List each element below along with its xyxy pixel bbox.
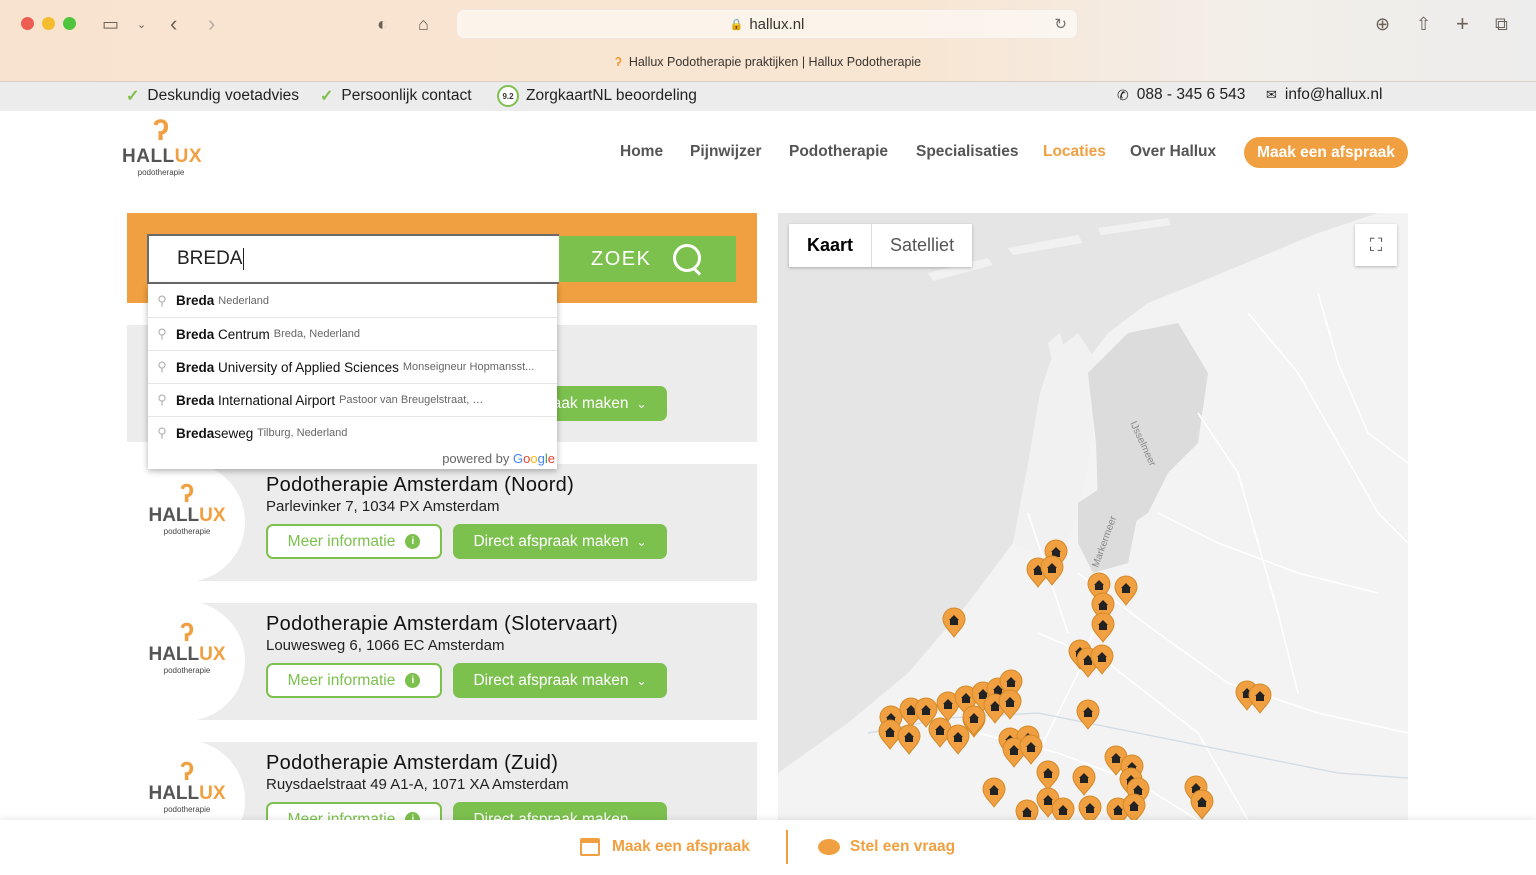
phone-icon: ✆ — [1117, 86, 1129, 103]
close-window-button[interactable] — [21, 17, 34, 30]
phone-link[interactable]: ✆ 088 - 345 6 543 — [1117, 86, 1245, 104]
more-info-button[interactable]: Meer informatie i — [266, 802, 442, 820]
powered-by-google: powered by Google — [442, 451, 555, 466]
nav-over-hallux[interactable]: Over Hallux — [1130, 143, 1216, 161]
map-canvas: IJsselmeer Markermeer — [778, 213, 1408, 820]
site-header: ʔ HALLUX podotherapie Home Pijnwijzer Po… — [0, 111, 1536, 201]
address-bar[interactable]: 🔒 hallux.nl ↻ — [456, 9, 1078, 39]
map-type-kaart[interactable]: Kaart — [789, 224, 873, 267]
logo-mark-icon: ʔ — [179, 478, 195, 508]
forward-icon[interactable]: › — [208, 10, 215, 38]
book-appointment-button[interactable]: Direct afspraak maken⌄ — [453, 663, 667, 698]
autocomplete-dropdown: ⚲ Breda Nederland ⚲ Breda Centrum Breda,… — [148, 284, 557, 469]
map-type-toggle: Kaart Satelliet — [789, 224, 973, 267]
info-icon: i — [405, 673, 421, 688]
email-link[interactable]: ✉ info@hallux.nl — [1266, 86, 1383, 104]
logo-mark-icon: ʔ — [179, 756, 195, 786]
nav-home[interactable]: Home — [620, 143, 663, 161]
nav-specialisaties[interactable]: Specialisaties — [916, 143, 1019, 161]
location-title: Podotherapie Amsterdam (Zuid) — [266, 752, 559, 774]
calendar-icon — [580, 838, 600, 856]
location-title: Podotherapie Amsterdam (Slotervaart) — [266, 613, 619, 635]
reload-icon[interactable]: ↻ — [1054, 15, 1067, 33]
favicon-icon: ʔ — [614, 55, 622, 69]
location-address: Ruysdaelstraat 49 A1-A, 1071 XA Amsterda… — [266, 776, 569, 793]
text-caret — [243, 248, 245, 270]
check-icon: ✓ — [320, 88, 334, 105]
lock-icon: 🔒 — [729, 18, 744, 31]
location-logo: ʔ HALLUX podotherapie — [127, 742, 245, 820]
share-icon[interactable]: ⇧ — [1416, 10, 1431, 38]
more-info-button[interactable]: Meer informatie i — [266, 663, 442, 698]
location-address: Louwesweg 6, 1066 EC Amsterdam — [266, 637, 505, 654]
sidebar-icon[interactable]: ▭ — [102, 10, 119, 38]
more-info-button[interactable]: Meer informatie i — [266, 524, 442, 559]
url-text: hallux.nl — [749, 15, 805, 33]
map-pin-icon: ⚲ — [157, 326, 167, 341]
chat-bubble-icon — [818, 839, 840, 855]
location-card: ʔ HALLUX podotherapie Podotherapie Amste… — [127, 742, 757, 820]
location-address: Parlevinker 7, 1034 PX Amsterdam — [266, 498, 500, 515]
map-pin-icon: ⚲ — [157, 392, 167, 407]
check-icon: ✓ — [126, 88, 140, 105]
logo-mark-icon: ʔ — [152, 114, 170, 147]
nav-pijnwijzer[interactable]: Pijnwijzer — [690, 143, 762, 161]
mail-icon: ✉ — [1266, 87, 1277, 102]
download-icon[interactable]: ⊕ — [1375, 10, 1390, 38]
back-icon[interactable]: ‹ — [170, 10, 177, 38]
map-type-satelliet[interactable]: Satelliet — [872, 224, 972, 267]
minimize-window-button[interactable] — [42, 17, 55, 30]
new-tab-icon[interactable]: + — [1456, 10, 1469, 38]
bottom-appointment-button[interactable]: Maak een afspraak — [580, 838, 750, 856]
autocomplete-item[interactable]: ⚲ Breda Centrum Breda, Nederland — [148, 317, 557, 350]
make-appointment-button[interactable]: Maak een afspraak — [1244, 137, 1408, 168]
chevron-down-icon[interactable]: ⌄ — [137, 10, 146, 38]
rating-badge-icon: 9.2 — [497, 85, 519, 107]
map-pin-icon: ⚲ — [157, 359, 167, 374]
usp-item: ✓ Deskundig voetadvies — [126, 87, 300, 105]
location-logo: ʔ HALLUX podotherapie — [127, 464, 245, 581]
location-title: Podotherapie Amsterdam (Noord) — [266, 474, 575, 496]
nav-podotherapie[interactable]: Podotherapie — [789, 143, 888, 161]
divider — [786, 830, 788, 864]
map-pin-icon: ⚲ — [157, 292, 167, 308]
chevron-down-icon: ⌄ — [636, 812, 647, 821]
chevron-down-icon: ⌄ — [636, 534, 647, 549]
info-icon: i — [405, 534, 421, 549]
book-appointment-button[interactable]: Direct afspraak maken⌄ — [453, 524, 667, 559]
browser-chrome: ▭ ⌄ ‹ › ◐ ⌂ 🔒 hallux.nl ↻ ⊕ ⇧ + ⧉ ʔ Hallu… — [0, 0, 1536, 82]
home-icon[interactable]: ⌂ — [418, 10, 429, 38]
location-logo: ʔ HALLUX podotherapie — [127, 603, 245, 720]
location-card: ʔ HALLUX podotherapie Podotherapie Amste… — [127, 464, 757, 581]
chevron-down-icon: ⌄ — [636, 396, 647, 411]
logo-mark-icon: ʔ — [179, 617, 195, 647]
nav-locaties[interactable]: Locaties — [1043, 143, 1106, 161]
chevron-down-icon: ⌄ — [636, 673, 647, 688]
location-search-input[interactable]: BREDA — [147, 234, 559, 284]
zorgkaart-rating[interactable]: 9.2 ZorgkaartNL beoordeling — [497, 85, 697, 107]
search-icon — [673, 244, 703, 274]
autocomplete-item[interactable]: ⚲ Breda Nederland — [148, 284, 557, 317]
locations-map[interactable]: IJsselmeer Markermeer Kaart Satelliet ⛶ — [778, 213, 1408, 820]
google-logo-icon: Google — [513, 451, 555, 466]
tabs-overview-icon[interactable]: ⧉ — [1495, 10, 1508, 38]
location-card: ʔ HALLUX podotherapie Podotherapie Amste… — [127, 603, 757, 720]
info-icon: i — [405, 812, 421, 820]
bottom-question-button[interactable]: Stel een vraag — [818, 838, 955, 856]
shield-icon[interactable]: ◐ — [377, 10, 388, 38]
bottom-action-bar: Maak een afspraak Stel een vraag — [0, 820, 1536, 875]
usp-item: ✓ Persoonlijk contact — [320, 87, 472, 105]
info-bar: ✓ Deskundig voetadvies ✓ Persoonlijk conta… — [0, 82, 1536, 111]
maximize-window-button[interactable] — [63, 17, 76, 30]
fullscreen-icon[interactable]: ⛶ — [1355, 224, 1397, 266]
search-button[interactable]: ZOEK — [559, 236, 736, 282]
book-appointment-button[interactable]: Direct afspraak maken⌄ — [453, 802, 667, 820]
site-logo[interactable]: ʔ HALLUX podotherapie — [122, 114, 202, 178]
map-pin-icon: ⚲ — [157, 425, 167, 440]
autocomplete-item[interactable]: ⚲ Breda International Airport Pastoor va… — [148, 383, 557, 416]
autocomplete-item[interactable]: ⚲ Bredaseweg Tilburg, Nederland — [148, 416, 557, 449]
autocomplete-item[interactable]: ⚲ Breda University of Applied Sciences M… — [148, 350, 557, 383]
tab-title[interactable]: ʔ Hallux Podotherapie praktijken | Hallux… — [0, 55, 1536, 69]
